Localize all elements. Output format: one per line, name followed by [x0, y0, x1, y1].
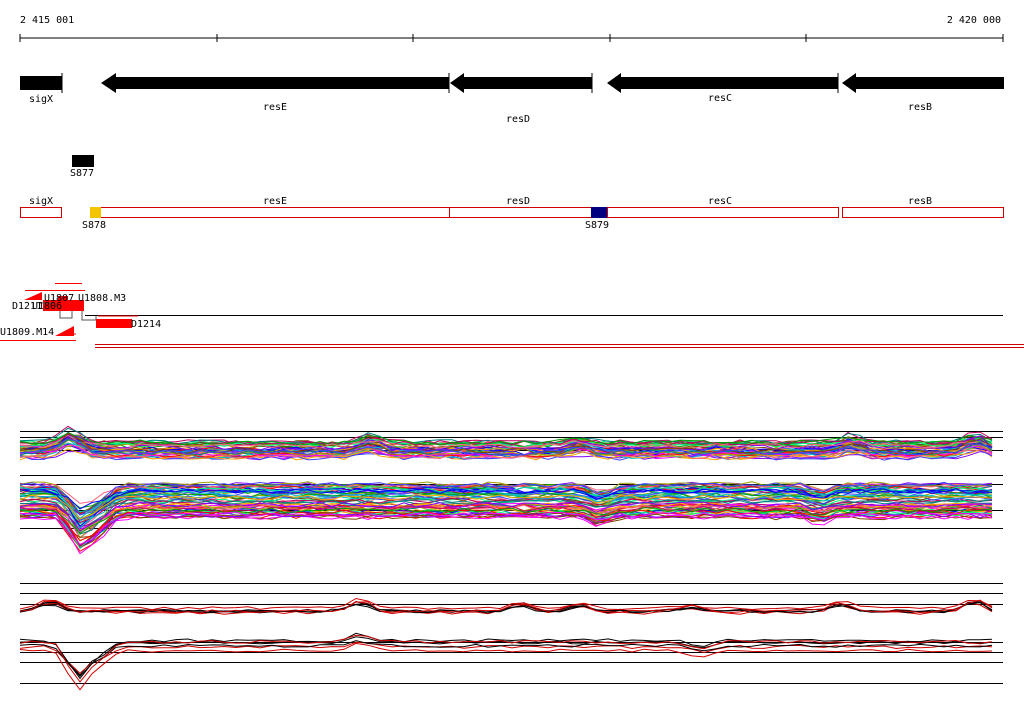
site-S879[interactable]: S879: [585, 207, 609, 231]
profile-line: [19, 513, 993, 552]
gene-box-resE[interactable]: [100, 207, 450, 218]
gene-label-resC: resC: [708, 93, 732, 104]
feature-label-U1806: U1806: [32, 301, 62, 312]
ruler-start-label: 2 415 001: [20, 15, 74, 26]
gene-label-sigX: sigX: [29, 94, 53, 105]
feature-label-U1808: U1808.M3: [78, 293, 126, 304]
expression-summary-lines: [19, 597, 993, 691]
site-label-S879: S879: [585, 220, 609, 231]
gene-box-resB[interactable]: [842, 207, 1004, 218]
profile-line: [19, 632, 993, 680]
gene-arrow-resC[interactable]: resC: [607, 73, 839, 104]
feature-cluster-track: U1807 U1808.M3 D1211 U1806 D1214 U1809.M…: [0, 283, 1024, 348]
expression-profile-panel-multicolor: [19, 425, 1003, 555]
site-label-S878: S878: [82, 220, 106, 231]
gene-arrow-resB[interactable]: resB: [842, 73, 1004, 113]
profile-line: [19, 514, 993, 555]
gene-box-resD[interactable]: [449, 207, 608, 218]
expression-profile-lines: [19, 425, 993, 555]
genome-browser-view: 2 415 001 2 420 000 sigX resE resD resC …: [0, 15, 1024, 691]
gene-box-label-resE: resE: [263, 196, 287, 207]
site-marker-S879: [591, 207, 607, 218]
gene-box-label-sigX: sigX: [29, 196, 53, 207]
expression-profile-panel-summary: [19, 583, 1003, 691]
gene-arrow-resE[interactable]: resE: [101, 73, 450, 113]
gene-arrow-resD[interactable]: resD: [450, 73, 593, 125]
feature-label-D1214: D1214: [131, 319, 161, 330]
site-S878[interactable]: S878: [82, 207, 106, 231]
site-marker-S878: [90, 207, 101, 218]
profile-line: [19, 641, 993, 674]
site-marker-S877: [72, 155, 94, 167]
gene-box-label-resD: resD: [506, 196, 530, 207]
site-S877[interactable]: S877: [70, 155, 94, 179]
gene-box-sigX[interactable]: [20, 207, 62, 218]
profile-line: [19, 642, 993, 691]
gene-label-resE: resE: [263, 102, 287, 113]
gene-arrow-sigX[interactable]: sigX: [20, 73, 63, 105]
gene-label-resD: resD: [506, 114, 530, 125]
gene-arrow-track: sigX resE resD resC resB: [20, 73, 1004, 125]
coordinate-ruler: 2 415 001 2 420 000: [19, 15, 1004, 42]
gene-box-label-resB: resB: [908, 196, 932, 207]
gene-outline-track: sigX resE resD resC resB S878 S879: [20, 196, 1004, 231]
feature-label-U1809: U1809.M14: [0, 327, 54, 338]
gene-box-resC[interactable]: [607, 207, 839, 218]
profile-line: [19, 640, 993, 678]
gene-box-label-resC: resC: [708, 196, 732, 207]
ruler-end-label: 2 420 000: [947, 15, 1001, 26]
site-label-S877: S877: [70, 168, 94, 179]
gene-label-resB: resB: [908, 102, 932, 113]
